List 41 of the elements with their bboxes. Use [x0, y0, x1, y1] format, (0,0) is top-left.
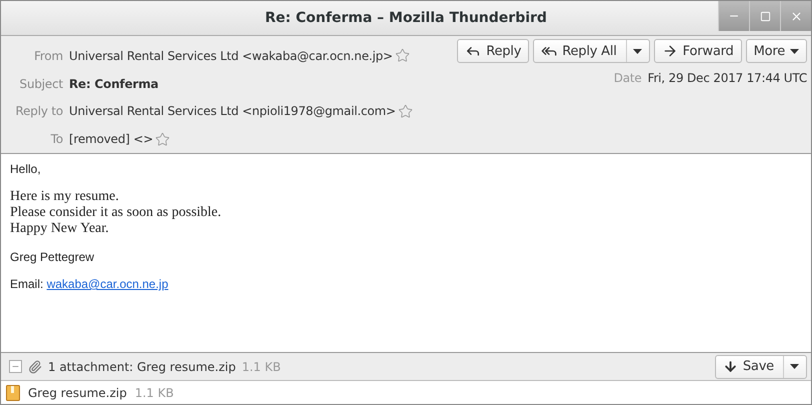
maximize-button[interactable] — [749, 1, 780, 31]
message-text: Hello, — [10, 162, 42, 176]
collapse-button[interactable] — [9, 360, 22, 373]
star-icon[interactable] — [398, 104, 413, 119]
attachment-name[interactable]: Greg resume.zip — [28, 386, 127, 400]
forward-icon — [662, 43, 678, 59]
close-button[interactable] — [780, 1, 811, 31]
window-title: Re: Conferma – Mozilla Thunderbird — [265, 10, 547, 26]
date-text: Fri, 29 Dec 2017 17:44 UTC — [648, 71, 807, 85]
paperclip-icon — [28, 360, 42, 374]
attachment-size: 1.1 KB — [242, 360, 281, 374]
email-link[interactable]: wakaba@car.ocn.ne.jp — [46, 277, 168, 291]
archive-file-icon — [6, 384, 20, 400]
more-button[interactable]: More — [746, 39, 807, 63]
reply-all-button[interactable]: Reply All — [533, 39, 650, 63]
star-icon[interactable] — [394, 48, 410, 64]
reply-button[interactable]: Reply — [457, 39, 530, 63]
close-icon — [790, 10, 802, 22]
attachment-size: 1.1 KB — [134, 386, 174, 400]
subject-text: Re: Conferma — [69, 76, 158, 91]
email-line: Email: wakaba@car.ocn.ne.jp — [10, 277, 170, 291]
field-label: From — [33, 48, 63, 63]
field-label: To — [50, 132, 63, 146]
caret-icon — [790, 364, 799, 369]
message-text: Greg Pettegrew — [10, 250, 96, 264]
address-text: Universal Rental Services Ltd <wakaba@car.ocn.ne.jp> — [69, 48, 393, 63]
attachment-summary: 1 attachment: Greg resume.zip — [48, 360, 236, 374]
save-button[interactable]: Save — [714, 354, 807, 378]
download-icon — [722, 359, 738, 374]
forward-button[interactable]: Forward — [654, 39, 742, 63]
minimize-button[interactable] — [718, 1, 749, 31]
caret-icon — [790, 48, 799, 54]
star-icon[interactable] — [155, 132, 170, 147]
message-paragraph: Here is my resume. Please consider it as soon as possible. Happy New Year. — [10, 189, 222, 237]
maximize-icon — [760, 10, 770, 22]
address-text: [removed] <> — [69, 132, 154, 146]
caret-icon — [632, 48, 642, 54]
address-text: Universal Rental Services Ltd <npioli1978@gmail.com> — [69, 104, 396, 118]
field-label: Reply to — [14, 104, 63, 118]
field-label: Subject — [18, 76, 63, 91]
date-label: Date — [614, 71, 642, 85]
